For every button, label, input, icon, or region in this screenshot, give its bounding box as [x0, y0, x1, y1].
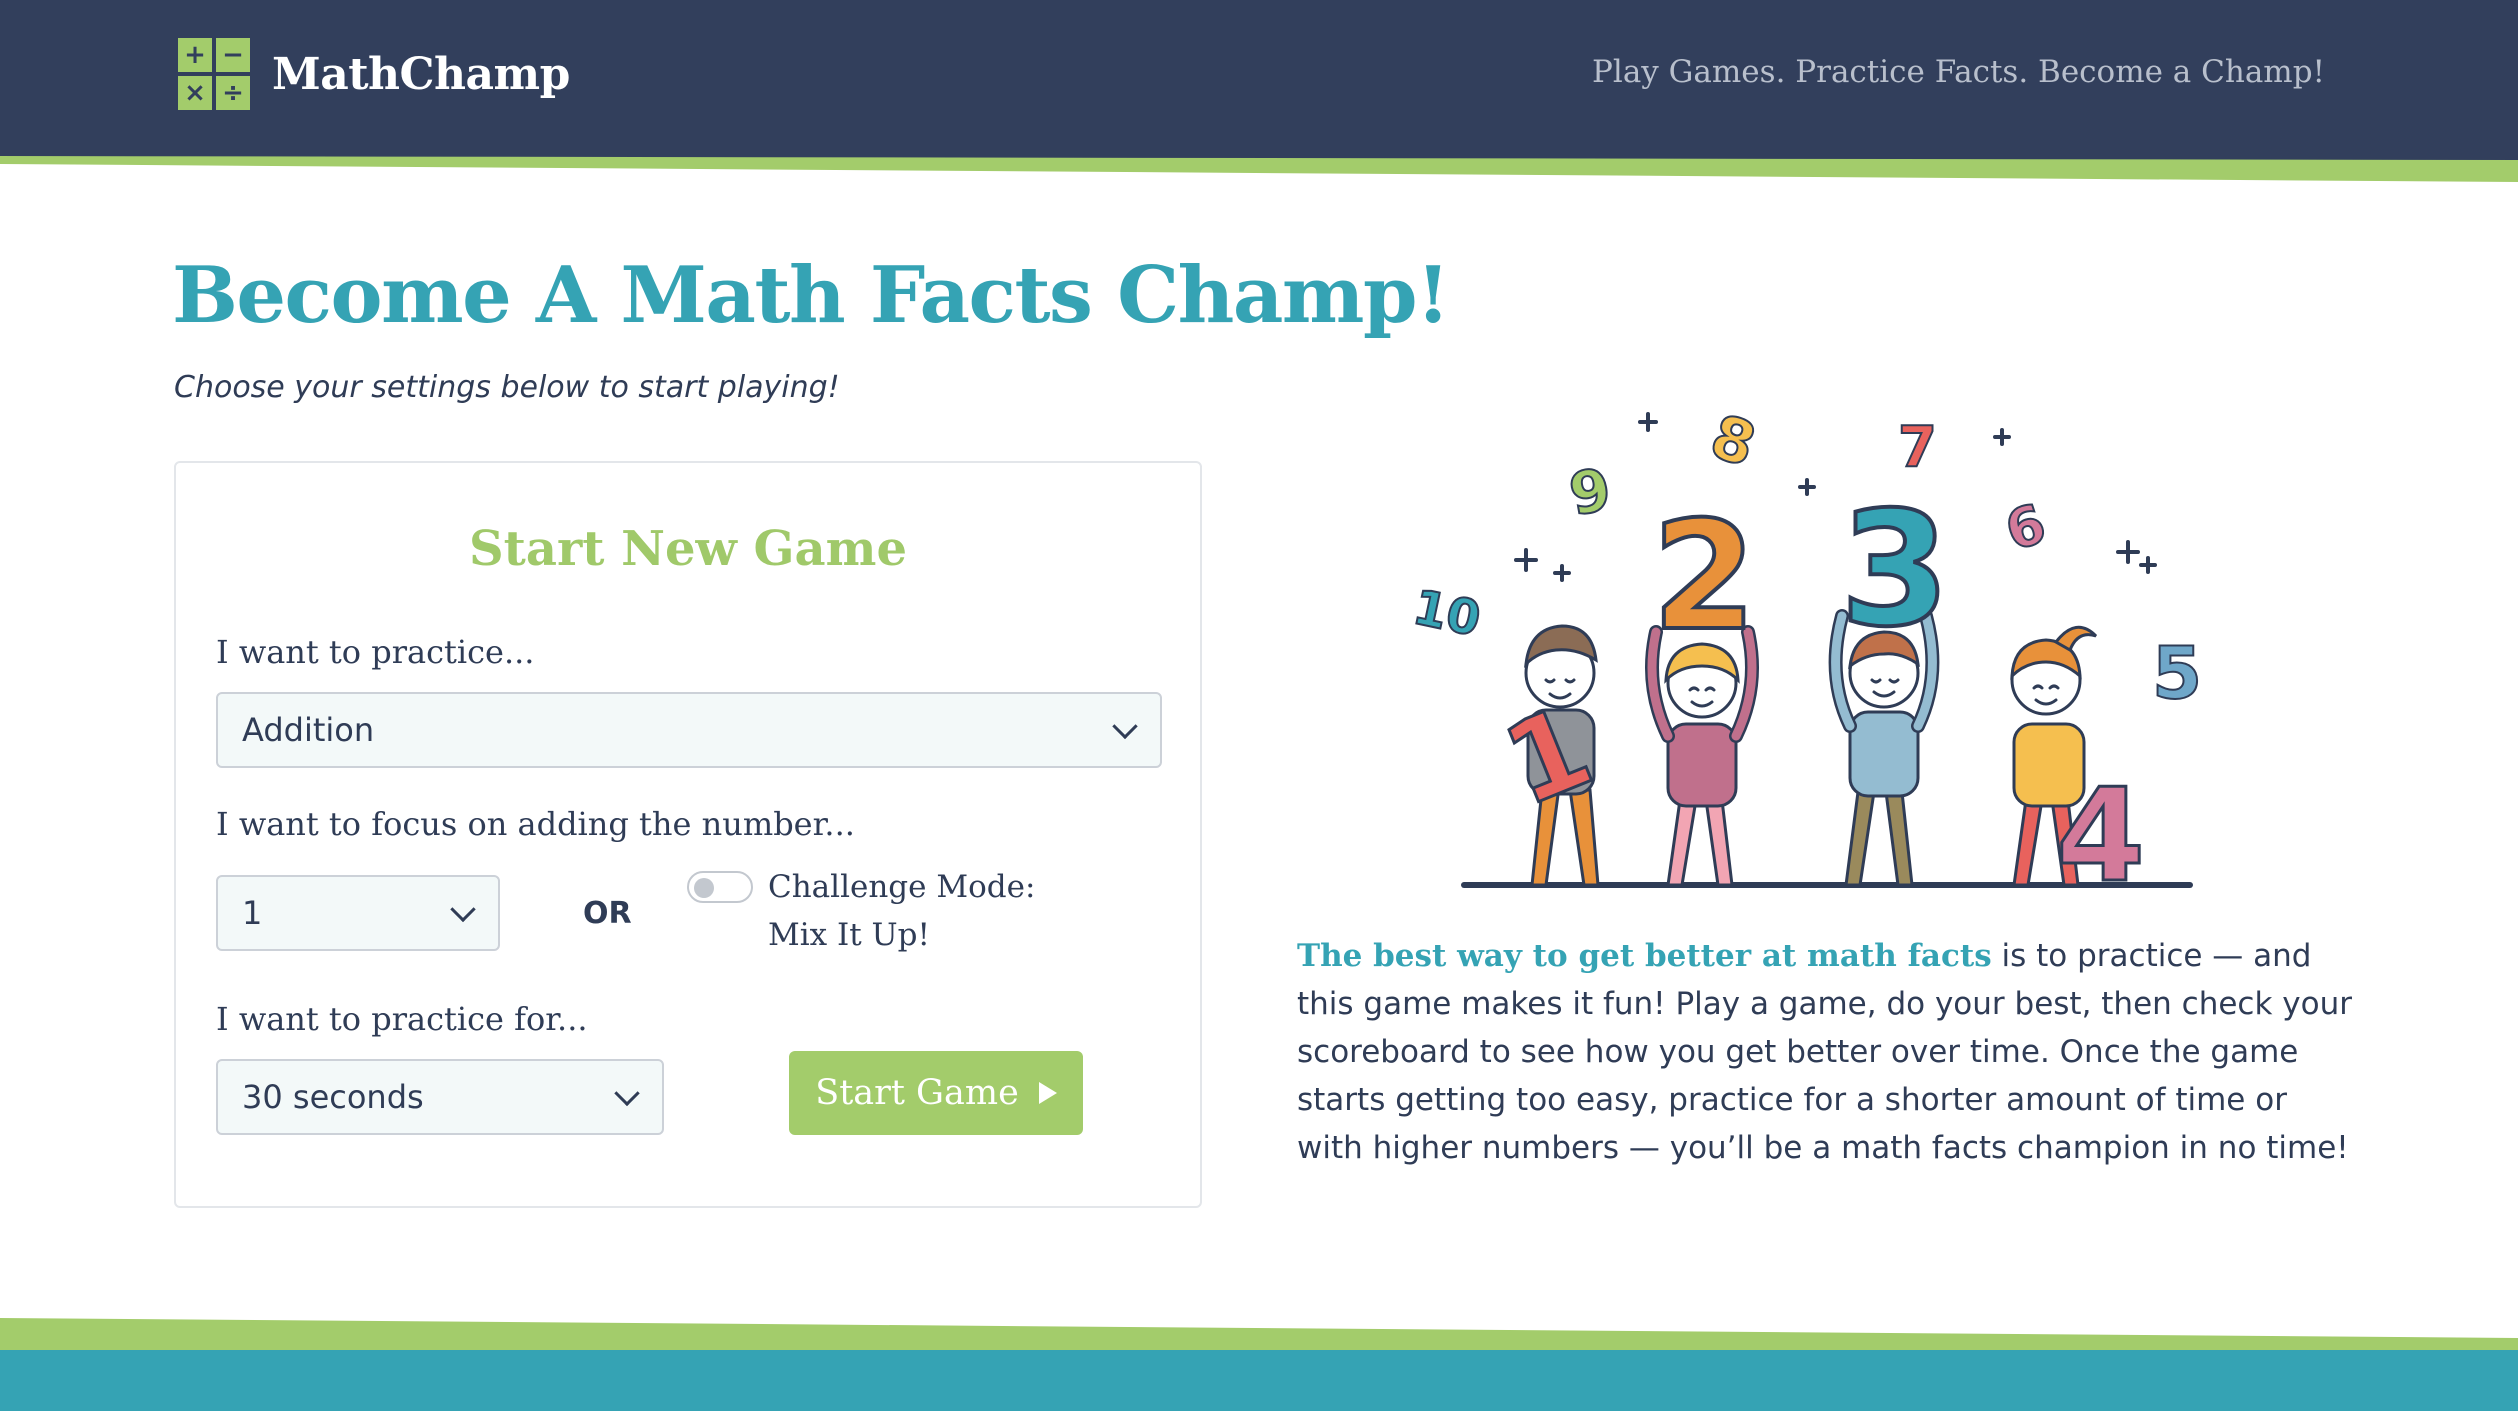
calculator-logo-icon: + − × ÷: [178, 38, 250, 110]
kid-1: 1: [1486, 624, 1610, 887]
start-game-label: Start Game: [815, 1073, 1019, 1113]
play-icon: [1038, 1082, 1057, 1104]
held-number-4: 4: [2056, 762, 2145, 900]
or-separator: OR: [583, 896, 632, 931]
focus-number-label: I want to focus on adding the number...: [216, 805, 855, 843]
card-title: Start New Game: [469, 521, 907, 577]
duration-select-value: 30 seconds: [242, 1078, 424, 1116]
new-game-card: Start New Game I want to practice... Add…: [174, 461, 1202, 1208]
header-accent-stripe: [0, 150, 2518, 182]
focus-number-select[interactable]: 1: [216, 875, 500, 951]
kid-2: 2: [1645, 488, 1759, 887]
operation-select[interactable]: Addition: [216, 692, 1162, 768]
held-number-2: 2: [1652, 490, 1756, 664]
floating-number-10: 10: [1408, 579, 1485, 648]
toggle-knob: [694, 878, 714, 898]
brand-name: MathChamp: [272, 48, 570, 100]
page-title: Become A Math Facts Champ!: [172, 250, 1450, 341]
challenge-mode-label[interactable]: Challenge Mode: Mix It Up!: [768, 863, 1035, 959]
page-subtitle: Choose your settings below to start play…: [174, 370, 840, 405]
header-tagline: Play Games. Practice Facts. Become a Cha…: [1592, 54, 2325, 90]
duration-select[interactable]: 30 seconds: [216, 1059, 664, 1135]
kid-4: 4: [2010, 625, 2147, 900]
challenge-mode-line1: Challenge Mode:: [768, 869, 1036, 905]
floating-number-9: 9: [1564, 455, 1616, 529]
floating-number-5: 5: [2152, 631, 2202, 715]
start-game-button[interactable]: Start Game: [789, 1051, 1083, 1135]
kids-holding-numbers-illustration: 10 9 8 7 6 5 1 2 3 4: [1407, 401, 2203, 900]
floating-number-7: 7: [1898, 415, 1937, 480]
operation-select-value: Addition: [242, 711, 375, 749]
kid-3: 3: [1828, 476, 1952, 887]
intro-paragraph: The best way to get better at math facts…: [1297, 932, 2352, 1172]
intro-lead: The best way to get better at math facts: [1297, 938, 1992, 974]
held-number-3: 3: [1840, 478, 1950, 662]
challenge-mode-line2: Mix It Up!: [768, 917, 930, 953]
duration-label: I want to practice for...: [216, 1000, 588, 1038]
challenge-mode-toggle[interactable]: [687, 871, 753, 903]
footer-stripe: [0, 1318, 2518, 1411]
plus-sign-icons: [1514, 412, 2157, 582]
floating-number-6: 6: [1998, 492, 2053, 564]
brand-link[interactable]: + − × ÷ MathChamp: [178, 38, 570, 110]
practice-operation-label: I want to practice...: [216, 633, 535, 671]
floating-number-8: 8: [1702, 402, 1763, 481]
